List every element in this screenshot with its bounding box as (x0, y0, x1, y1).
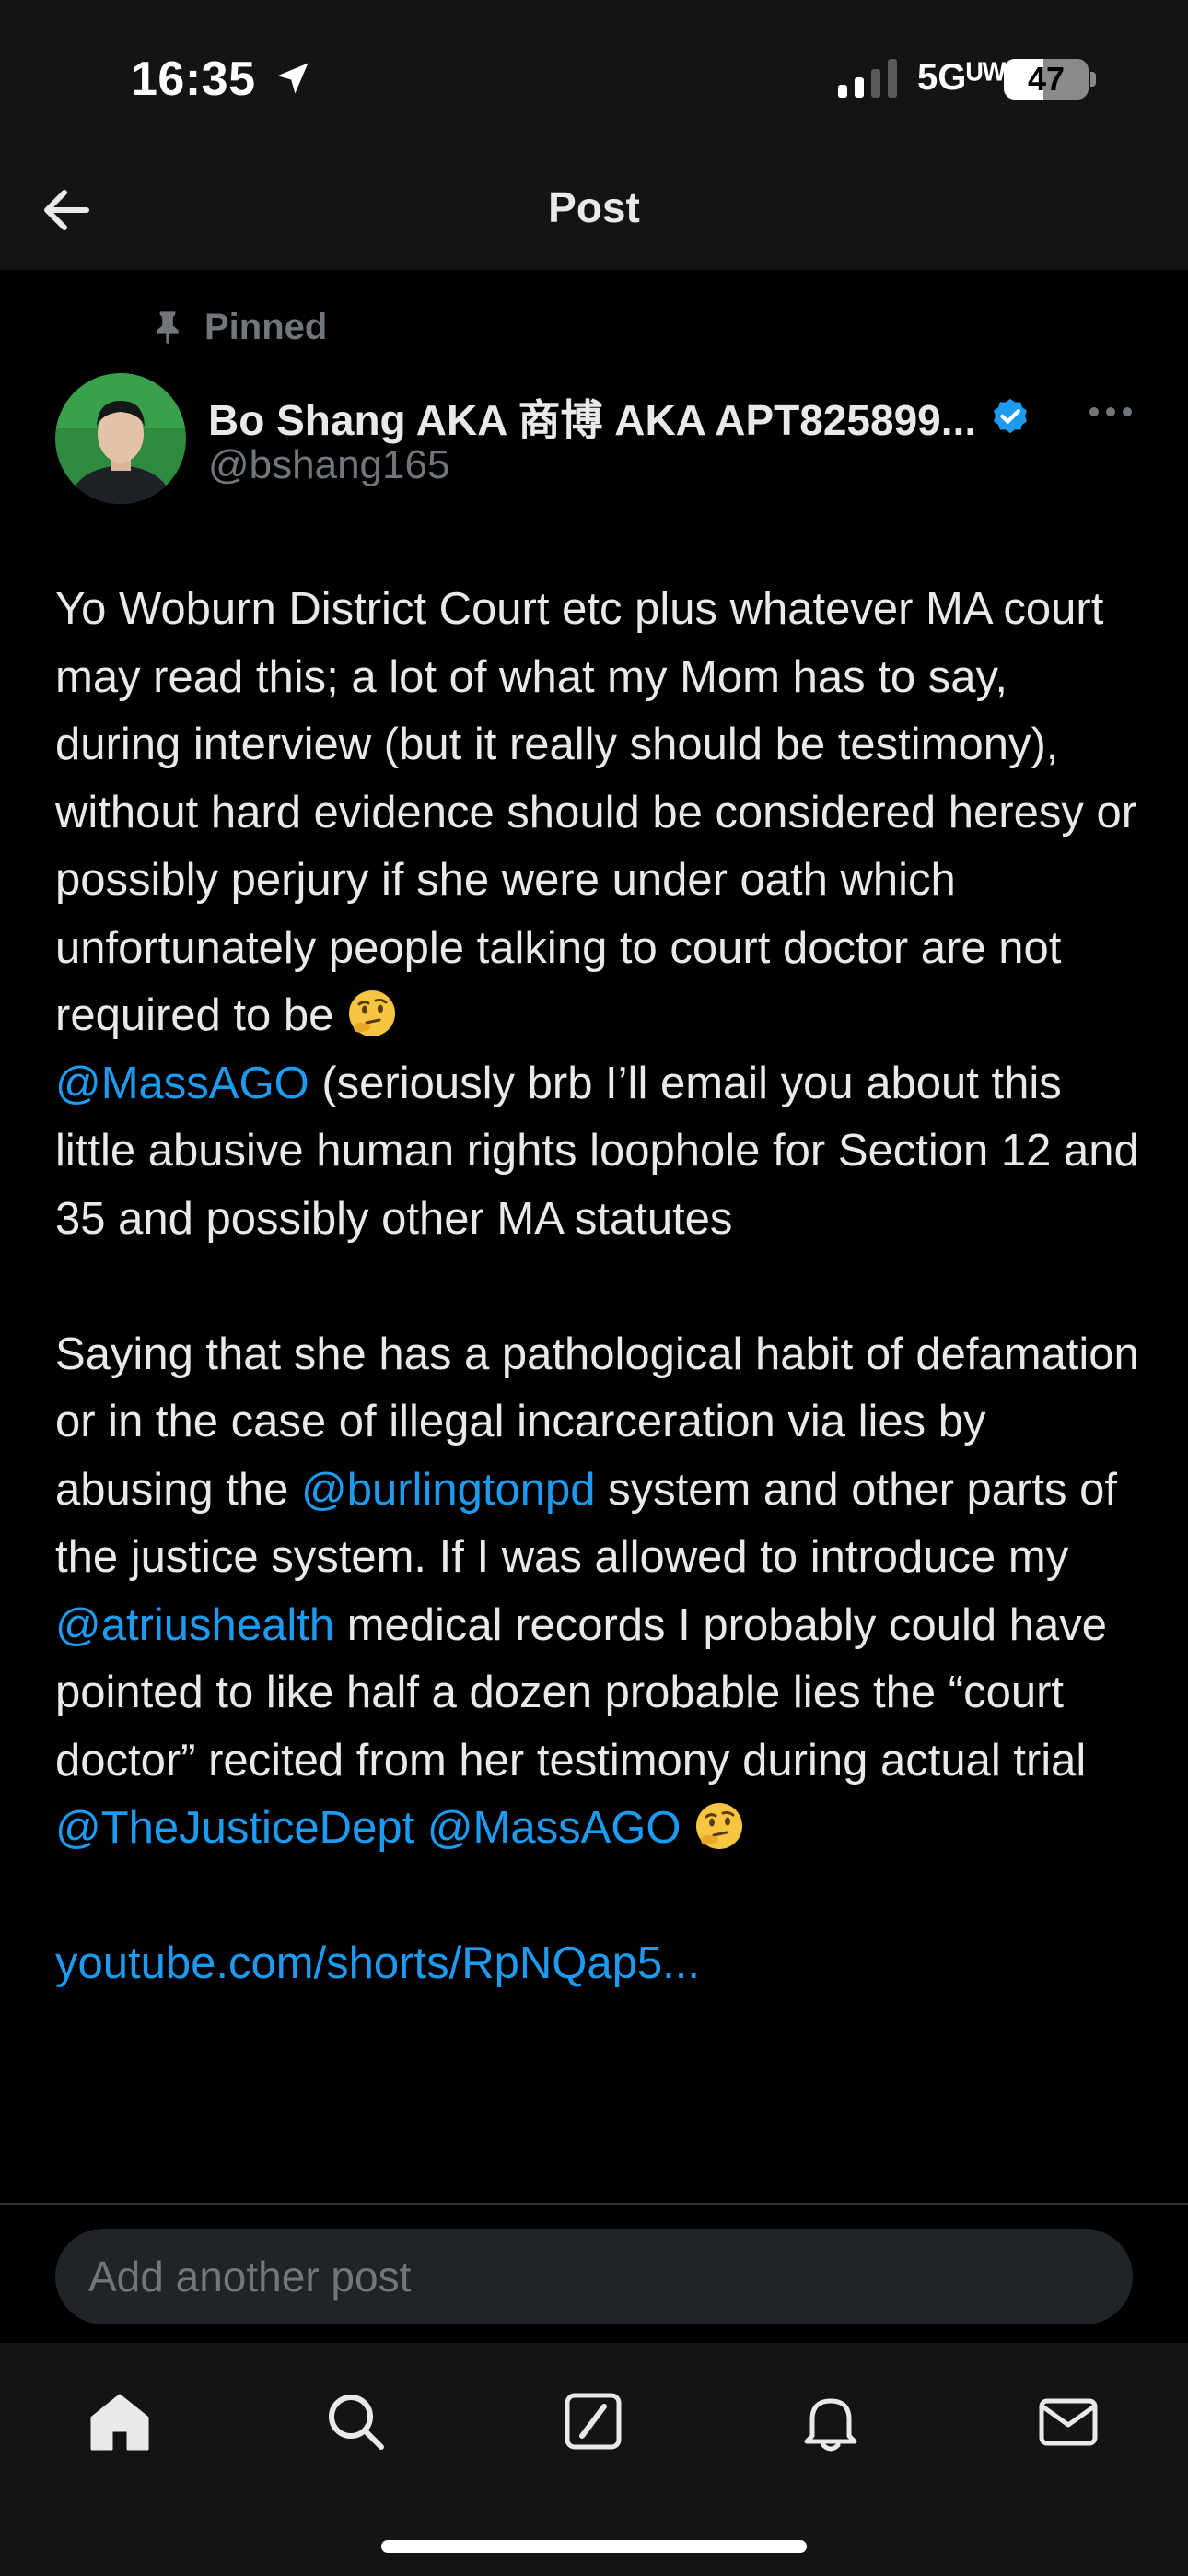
author-name[interactable]: Bo Shang AKA 商博 AKA APT825899... (208, 387, 976, 448)
tab-messages[interactable] (1031, 2384, 1105, 2458)
cellular-signal-icon (838, 59, 897, 98)
search-icon (329, 2395, 384, 2450)
thinking-face-emoji (696, 1803, 743, 1849)
pinned-indicator: Pinned (149, 304, 327, 350)
youtube-link[interactable]: youtube.com/shorts/RpNQap5... (55, 1938, 700, 1988)
battery-tip (1090, 72, 1096, 87)
more-horizontal-icon[interactable] (1083, 389, 1138, 435)
reply-placeholder: Add another post (88, 2253, 412, 2301)
tab-search[interactable] (319, 2384, 392, 2458)
mention-link[interactable]: @burlingtonpd (301, 1465, 595, 1515)
mention-link[interactable]: @atriushealth (55, 1600, 334, 1650)
home-icon (90, 2394, 149, 2451)
author-avatar[interactable] (55, 373, 186, 504)
messages-icon (1039, 2398, 1098, 2446)
post-paragraph-1: Yo Woburn District Court etc plus whatev… (55, 576, 1142, 1253)
post-paragraph-2: Saying that she has a pathological habit… (55, 1321, 1142, 1863)
author-name-row: Bo Shang AKA 商博 AKA APT825899... (208, 387, 1031, 448)
post-text: Yo Woburn District Court etc plus whatev… (55, 576, 1142, 1998)
tab-home[interactable] (83, 2384, 157, 2458)
tab-notifications[interactable] (794, 2384, 868, 2458)
battery-percent: 47 (1027, 60, 1066, 98)
post-text-segment: Yo Woburn District Court etc plus whatev… (55, 584, 1137, 1040)
verified-badge-icon (994, 398, 1028, 434)
reply-input[interactable]: Add another post (55, 2229, 1133, 2324)
mention-link[interactable]: @MassAGO (427, 1803, 681, 1853)
mention-link[interactable]: @MassAGO (55, 1059, 309, 1108)
location-arrow-icon (277, 63, 309, 94)
home-indicator[interactable] (381, 2540, 807, 2553)
post-paragraph-3: youtube.com/shorts/RpNQap5... (55, 1930, 1142, 1998)
network-type: 5Gᵁᵂ (917, 57, 1007, 98)
pin-icon (157, 311, 179, 345)
battery-indicator: 47 (1004, 59, 1089, 100)
mention-link[interactable]: @TheJusticeDept (55, 1803, 414, 1853)
post-text-segment (681, 1803, 694, 1853)
pinned-label: Pinned (204, 306, 328, 347)
grok-icon (565, 2393, 622, 2450)
status-time: 16:35 (131, 53, 256, 106)
page-title: Post (548, 183, 640, 231)
tab-grok[interactable] (556, 2384, 630, 2458)
notifications-icon (804, 2398, 857, 2452)
thinking-face-emoji (349, 990, 395, 1036)
post-text-segment (414, 1803, 427, 1853)
avatar-image (55, 373, 186, 504)
author-handle[interactable]: @bshang165 (208, 442, 449, 488)
